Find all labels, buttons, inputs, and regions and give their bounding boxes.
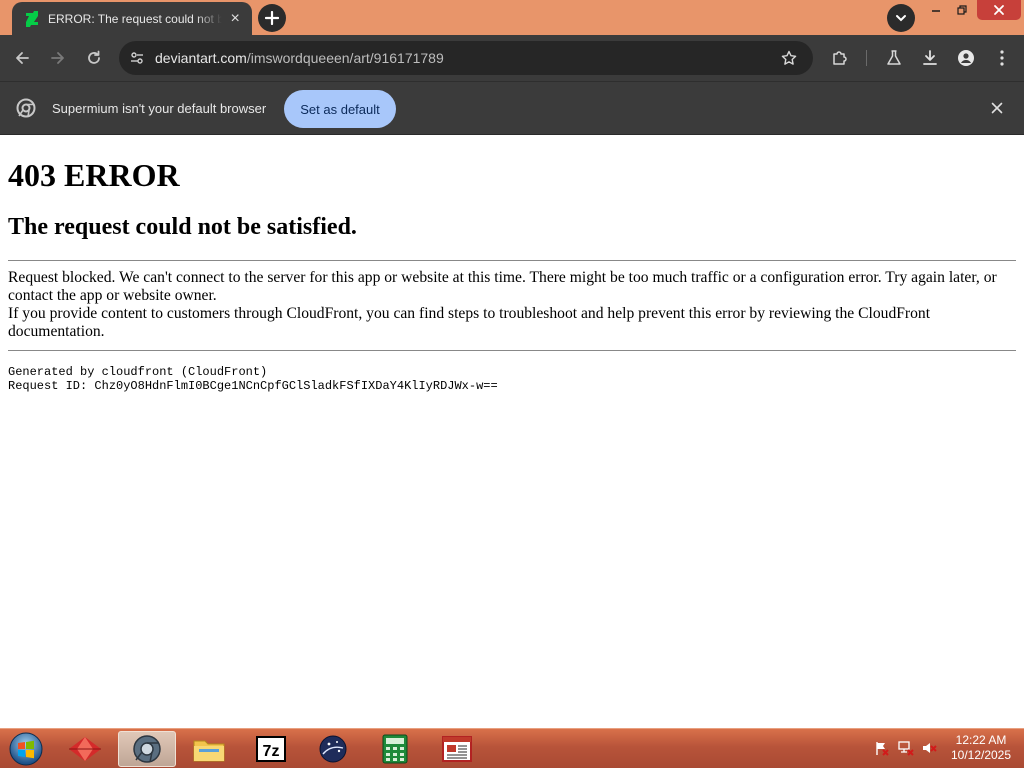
download-icon [923,50,937,65]
supermium-icon [133,735,161,763]
site-info-icon[interactable] [119,41,155,75]
taskbar-app-red-diamond[interactable] [56,731,114,767]
infobar-message: Supermium isn't your default browser [52,101,267,116]
red-diamond-icon [69,737,101,761]
puzzle-icon [833,51,847,65]
error-subheading: The request could not be satisfied. [8,214,357,240]
news-reader-icon [442,736,472,762]
volume-muted-icon[interactable] [920,739,938,757]
deviantart-icon [24,10,40,27]
url-text[interactable]: deviantart.com/imswordqueeen/art/9161717… [155,50,444,66]
taskbar-app-7zip[interactable]: 7z [242,731,300,767]
minimize-icon [932,10,940,12]
profile-icon [958,50,974,66]
menu-button[interactable] [988,44,1016,72]
error-message-line1: Request blocked. We can't connect to the… [8,269,997,304]
windows-orb-icon [9,732,43,766]
tab-title: ERROR: The request could not be satisfie… [48,11,223,26]
extensions-button[interactable] [826,44,854,72]
title-bar: ERROR: The request could not be satisfie… [0,0,1024,35]
divider [8,350,1016,351]
downloads-button[interactable] [916,44,944,72]
back-button[interactable] [8,44,36,72]
browser-logo-icon [16,98,36,118]
reload-icon [88,50,100,64]
system-clock[interactable]: 12:22 AM 10/12/2025 [944,733,1018,763]
start-button[interactable] [6,731,46,767]
restore-button[interactable] [950,0,974,20]
url-path: /imswordqueeen/art/916171789 [246,50,444,66]
taskbar-app-browser[interactable] [118,731,176,767]
error-details: Generated by cloudfront (CloudFront) Req… [8,365,1016,393]
action-center-flag-icon[interactable] [873,739,891,757]
address-bar[interactable]: deviantart.com/imswordqueeen/art/9161717… [119,41,813,75]
error-message-line2: If you provide content to customers thro… [8,305,931,340]
svg-text:7z: 7z [263,743,280,760]
7zip-icon: 7z [256,736,286,762]
arrow-right-icon [51,52,64,64]
taskbar: 7z 12:22 AM 10/12/2025 [0,728,1024,768]
taskbar-app-file-explorer[interactable] [180,731,238,767]
clock-date: 10/12/2025 [950,748,1012,762]
taskbar-app-calculator[interactable] [366,731,424,767]
taskbar-app-news-reader[interactable] [428,731,486,767]
tab-active[interactable]: ERROR: The request could not be satisfie… [12,2,252,35]
infobar-close-icon[interactable] [987,98,1007,118]
generated-by: Generated by cloudfront (CloudFront) [8,365,268,379]
profile-button[interactable] [952,44,980,72]
url-host: deviantart.com [155,50,247,66]
request-id: Request ID: Chz0yO8HdnFlmI0BCge1NCnCpfGC… [8,379,498,393]
close-icon [994,5,1004,15]
more-vertical-icon [1000,50,1004,66]
error-message: Request blocked. We can't connect to the… [8,269,1016,341]
close-window-button[interactable] [977,0,1021,20]
tab-close-icon[interactable]: × [228,10,242,28]
chevron-down-icon [896,15,906,22]
restore-icon [957,5,967,15]
flask-icon [887,50,901,65]
folder-icon [193,740,225,762]
set-default-button[interactable]: Set as default [284,90,396,128]
bookmark-star-icon[interactable] [779,48,799,68]
network-icon[interactable] [897,739,915,757]
page-content: 403 ERROR The request could not be satis… [0,136,1024,728]
plus-icon [265,11,279,25]
tab-search-button[interactable] [887,4,915,32]
divider [8,260,1016,261]
minimize-button[interactable] [925,0,947,20]
toolbar-separator [866,50,867,66]
error-heading: 403 ERROR [8,157,180,193]
labs-button[interactable] [880,44,908,72]
clock-time: 12:22 AM [955,733,1007,747]
stellarium-icon [319,735,347,763]
calculator-icon [382,734,408,764]
browser-toolbar: deviantart.com/imswordqueeen/art/9161717… [0,35,1024,81]
forward-button[interactable] [44,44,72,72]
default-browser-infobar: Supermium isn't your default browser Set… [0,81,1024,135]
new-tab-button[interactable] [258,4,286,32]
arrow-left-icon [16,52,29,64]
taskbar-app-stellarium[interactable] [304,731,362,767]
reload-button[interactable] [80,44,108,72]
